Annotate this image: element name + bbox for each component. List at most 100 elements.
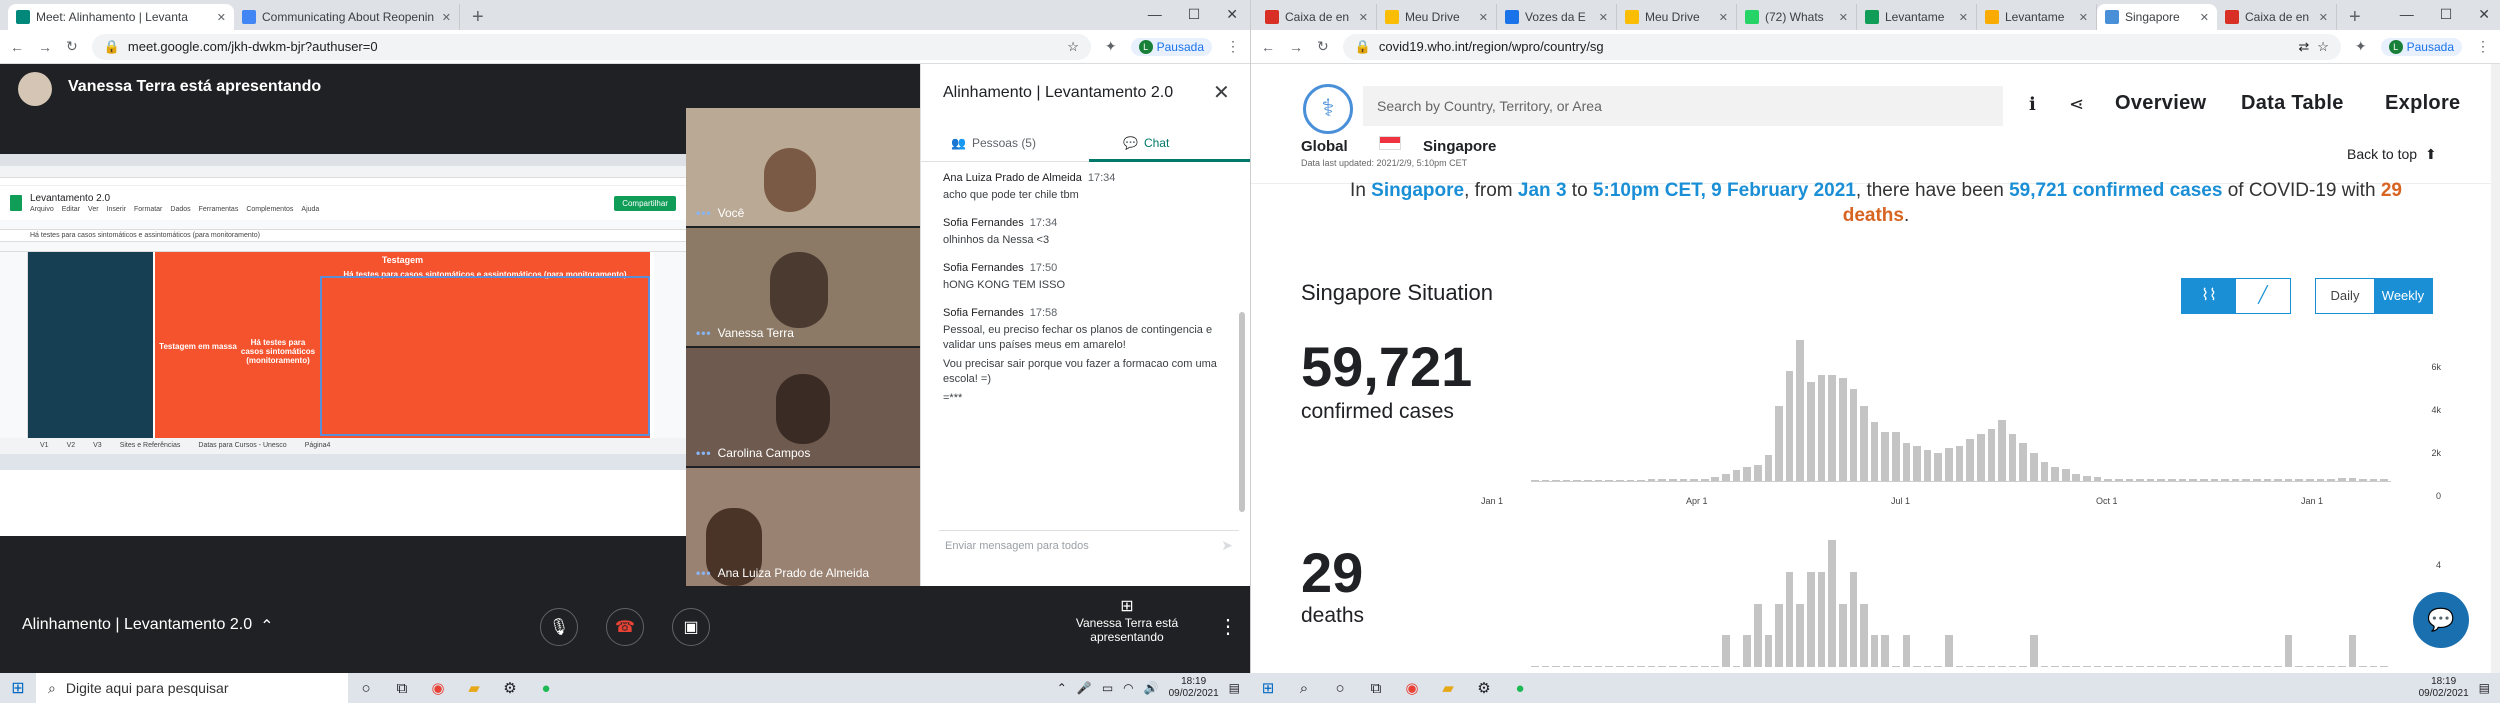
task-view-icon[interactable]: ⧉ [1362, 677, 1390, 699]
chat-scrollbar[interactable] [1239, 312, 1245, 512]
toggle-weekly[interactable]: Weekly [2374, 279, 2432, 313]
chat-input[interactable]: Enviar mensagem para todos ➤ [939, 530, 1239, 560]
chatbot-button[interactable]: 💬 [2413, 592, 2469, 648]
microphone-button[interactable]: 🎙 [540, 608, 578, 646]
extensions-icon[interactable]: ✦ [1105, 38, 1117, 55]
share-icon[interactable]: ⋖ [2069, 94, 2084, 115]
camera-button[interactable]: ▣ [672, 608, 710, 646]
page-scrollbar[interactable] [2491, 64, 2500, 673]
menu-kebab-icon[interactable]: ⋮ [2476, 38, 2490, 55]
back-icon[interactable]: ← [1261, 39, 1275, 55]
meeting-details[interactable]: Alinhamento | Levantamento 2.0 ⌃ [22, 616, 274, 636]
close-window-icon[interactable]: ✕ [2478, 0, 2490, 28]
browser-tab[interactable]: (72) Whats ✕ [1737, 4, 1857, 30]
left-omnibox[interactable]: 🔒 meet.google.com/jkh-dwkm-bjr?authuser=… [91, 33, 1091, 60]
back-to-top-button[interactable]: Back to top ⬆ [2347, 146, 2437, 163]
sheet-tab[interactable]: V1 [40, 442, 49, 450]
sheet-tab[interactable]: Datas para Cursos - Unesco [198, 442, 286, 450]
forward-icon[interactable]: → [1289, 39, 1303, 55]
battery-icon[interactable]: ▭ [1102, 681, 1113, 695]
sheet-tab[interactable]: Página4 [305, 442, 331, 450]
new-tab-button[interactable]: + [460, 4, 496, 30]
maximize-icon[interactable]: ☐ [1188, 0, 1201, 28]
task-view-icon[interactable]: ⧉ [388, 677, 416, 699]
nav-data-table[interactable]: Data Table [2241, 92, 2344, 115]
sheet-menu-item[interactable]: Complementos [246, 206, 293, 213]
minimize-icon[interactable]: — [1148, 0, 1162, 28]
browser-tab[interactable]: Levantame ✕ [1857, 4, 1977, 30]
sheet-menu-item[interactable]: Ferramentas [199, 206, 239, 213]
back-icon[interactable]: ← [10, 39, 24, 55]
tab-close-icon[interactable]: ✕ [2319, 11, 2328, 24]
presenting-button[interactable]: ⊞ Vanessa Terra está apresentando [1062, 596, 1192, 644]
tab-close-icon[interactable]: ✕ [2079, 11, 2088, 24]
forward-icon[interactable]: → [38, 39, 52, 55]
taskbar-search[interactable]: ⌕ Digite aqui para pesquisar [36, 673, 348, 703]
sheet-menu-item[interactable]: Ver [88, 206, 99, 213]
settings-icon[interactable]: ⚙ [496, 677, 524, 699]
share-button[interactable]: Compartilhar [614, 195, 676, 211]
browser-tab[interactable]: Singapore ✕ [2097, 4, 2217, 30]
tab-close-icon[interactable]: ✕ [1599, 11, 1608, 24]
notifications-icon[interactable]: ▤ [2479, 681, 2490, 695]
menu-kebab-icon[interactable]: ⋮ [1226, 38, 1240, 55]
tab-close-icon[interactable]: ✕ [1359, 11, 1368, 24]
chrome-icon[interactable]: ◉ [424, 677, 452, 699]
sheet-tab[interactable]: Sites e Referências [120, 442, 181, 450]
spotify-icon[interactable]: ● [532, 677, 560, 699]
tab-close-icon[interactable]: ✕ [442, 11, 451, 24]
browser-tab[interactable]: Meet: Alinhamento | Levanta ✕ [8, 4, 234, 30]
tab-close-icon[interactable]: ✕ [1839, 11, 1848, 24]
notifications-icon[interactable]: ▤ [1229, 681, 1240, 695]
browser-tab[interactable]: Communicating About Reopenin ✕ [234, 4, 460, 30]
cortana-icon[interactable]: ○ [352, 677, 380, 699]
send-icon[interactable]: ➤ [1221, 537, 1233, 554]
clock[interactable]: 18:19 09/02/2021 [1169, 676, 1219, 700]
nav-overview[interactable]: Overview [2115, 92, 2206, 115]
maximize-icon[interactable]: ☐ [2440, 0, 2453, 28]
tab-close-icon[interactable]: ✕ [1719, 11, 1728, 24]
sheet-menu-item[interactable]: Formatar [134, 206, 162, 213]
wifi-icon[interactable]: ◠ [1123, 681, 1133, 695]
browser-tab[interactable]: Vozes da E ✕ [1497, 4, 1617, 30]
sheet-tab[interactable]: V3 [93, 442, 102, 450]
sheet-menu-item[interactable]: Ajuda [301, 206, 319, 213]
file-explorer-icon[interactable]: ▰ [460, 677, 488, 699]
sheet-tab[interactable]: V2 [67, 442, 76, 450]
chrome-icon[interactable]: ◉ [1398, 677, 1426, 699]
profile-paused-chip[interactable]: L Pausada [2380, 37, 2462, 56]
clock[interactable]: 18:19 09/02/2021 [2419, 676, 2469, 700]
formula-bar[interactable]: Há testes para casos sintomáticos e assi… [0, 230, 686, 242]
windows-start-icon[interactable]: ⊞ [1254, 677, 1282, 699]
profile-paused-chip[interactable]: L Pausada [1130, 37, 1212, 56]
sheet-menu-item[interactable]: Inserir [107, 206, 126, 213]
hang-up-button[interactable]: ☎ [606, 608, 644, 646]
close-window-icon[interactable]: ✕ [1226, 0, 1238, 28]
browser-tab[interactable]: Meu Drive ✕ [1617, 4, 1737, 30]
volume-icon[interactable]: 🔊 [1144, 681, 1159, 695]
sheet-menu-item[interactable]: Dados [170, 206, 190, 213]
file-explorer-icon[interactable]: ▰ [1434, 677, 1462, 699]
info-icon[interactable]: ℹ [2029, 94, 2036, 115]
tray-chevron-icon[interactable]: ⌃ [1057, 681, 1067, 695]
right-omnibox[interactable]: 🔒 covid19.who.int/region/wpro/country/sg… [1342, 33, 2341, 60]
reload-icon[interactable]: ↻ [1317, 38, 1329, 55]
browser-tab[interactable]: Levantame ✕ [1977, 4, 2097, 30]
browser-tab[interactable]: Meu Drive ✕ [1377, 4, 1497, 30]
tab-chat[interactable]: 💬 Chat [1089, 126, 1251, 162]
browser-tab[interactable]: Caixa de en ✕ [2217, 4, 2337, 30]
reload-icon[interactable]: ↻ [66, 38, 78, 55]
toggle-daily[interactable]: Daily [2316, 279, 2374, 313]
cumulative-chart-icon[interactable]: ╱ [2236, 279, 2290, 313]
sheet-menu-item[interactable]: Arquivo [30, 206, 54, 213]
bookmark-star-icon[interactable]: ☆ [1067, 39, 1079, 55]
nav-explore[interactable]: Explore [2385, 92, 2460, 115]
browser-tab[interactable]: Caixa de en ✕ [1257, 4, 1377, 30]
tab-close-icon[interactable]: ✕ [1479, 11, 1488, 24]
tab-close-icon[interactable]: ✕ [2200, 11, 2209, 24]
cortana-icon[interactable]: ○ [1326, 677, 1354, 699]
more-options-icon[interactable]: ⋮ [1218, 614, 1238, 639]
search-icon[interactable]: ⌕ [1290, 677, 1318, 699]
bookmark-star-icon[interactable]: ☆ [2317, 39, 2329, 55]
who-logo-icon[interactable]: ⚕ [1303, 84, 1353, 134]
